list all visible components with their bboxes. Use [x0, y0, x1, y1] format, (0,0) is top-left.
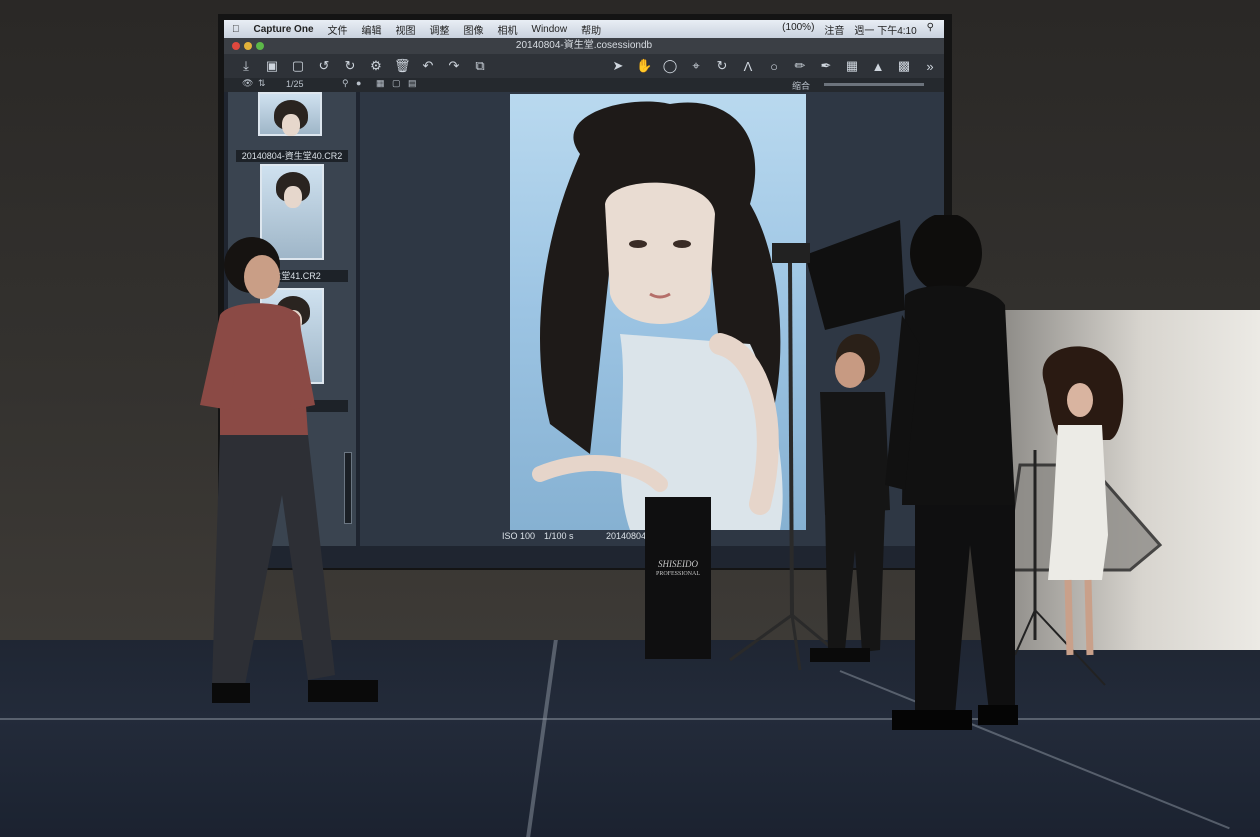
app-menu[interactable]: Capture One: [254, 24, 314, 35]
zoom-button[interactable]: [256, 42, 264, 50]
pan-tool-icon[interactable]: ✋: [636, 58, 652, 74]
focus-mask-icon[interactable]: ▩: [896, 58, 912, 74]
battery-indicator[interactable]: (100%): [782, 22, 814, 37]
shiseido-podium: SHISEIDO PROFESSIONAL: [645, 497, 711, 659]
thumbnail-caption: 20140804-資生堂40.CR2: [236, 150, 348, 162]
menu-camera[interactable]: 相机: [498, 22, 518, 37]
process-icon[interactable]: ⚙: [368, 58, 384, 74]
capture-toolbar: ⤓ ▣ ▢ ↺ ↻ ⚙ 🗑 ↶ ↷ ⧉ ➤ ✋ ◯ ⌖ ↻ Λ ○ ✏ ✒ ▦ …: [224, 54, 944, 78]
close-button[interactable]: [232, 42, 240, 50]
grid-icon[interactable]: ▦: [844, 58, 860, 74]
filmstrip-view-icon[interactable]: ▢: [392, 78, 401, 89]
rotate-left-icon[interactable]: ↺: [316, 58, 332, 74]
window-titlebar: 20140804-資生堂.cosessiondb: [224, 38, 944, 54]
spot-tool-icon[interactable]: ○: [766, 59, 782, 74]
crop-tool-icon[interactable]: ⌖: [688, 58, 704, 74]
eye-icon[interactable]: 👁: [242, 78, 253, 89]
podium-logo: SHISEIDO: [658, 559, 698, 569]
picker-tool-icon[interactable]: ✒: [818, 58, 834, 74]
presenter-figure: [200, 237, 378, 703]
spotlight-search-icon[interactable]: ⚲: [927, 22, 934, 37]
thumbnail-face: [284, 186, 302, 208]
live-view-icon[interactable]: ▢: [290, 58, 306, 74]
user-icon[interactable]: ●: [356, 78, 361, 88]
thumbnail-size-label: 缩合: [792, 81, 811, 91]
trash-icon[interactable]: 🗑: [394, 58, 411, 74]
menubar-status-area: (100%) 注音 週一 下午4:10 ⚲: [782, 22, 944, 37]
floor-tape-line: [0, 718, 1260, 720]
menu-file[interactable]: 文件: [328, 22, 348, 37]
menu-help[interactable]: 帮助: [581, 22, 601, 37]
keystone-tool-icon[interactable]: Λ: [740, 59, 756, 74]
podium-logo-sub: PROFESSIONAL: [655, 571, 700, 577]
menu-adjust[interactable]: 调整: [430, 22, 450, 37]
brush-tool-icon[interactable]: ✏: [792, 58, 808, 74]
stack-icon[interactable]: ⧉: [472, 58, 488, 74]
search-icon[interactable]: ⚲: [342, 78, 349, 89]
model-figure: [1042, 346, 1124, 656]
iso-readout: ISO 100: [502, 531, 536, 541]
mac-menubar:  Capture One 文件 编辑 视图 调整 图像 相机 Window 帮…: [224, 20, 944, 38]
filename-readout: 20140804: [606, 531, 647, 541]
menu-window[interactable]: Window: [532, 24, 568, 35]
input-method-indicator[interactable]: 注音: [824, 22, 844, 37]
list-view-icon[interactable]: ▤: [408, 78, 417, 89]
image-counter: 1/25: [286, 79, 304, 89]
sort-icon[interactable]: ⇅: [258, 78, 266, 89]
grid-view-icon[interactable]: ▦: [376, 78, 385, 89]
browser-subbar: 👁 ⇅ 1/25 ⚲ ● ▦ ▢ ▤ 缩合: [224, 78, 944, 92]
expand-icon[interactable]: »: [922, 59, 938, 74]
shutter-readout: 1/100 s: [544, 531, 574, 541]
import-icon[interactable]: ⤓: [238, 58, 254, 74]
apple-icon[interactable]: : [232, 24, 240, 35]
window-controls: [232, 42, 264, 50]
menubar-clock[interactable]: 週一 下午4:10: [854, 22, 916, 37]
window-title: 20140804-資生堂.cosessiondb: [515, 40, 653, 51]
thumbnail-face: [282, 114, 300, 136]
redo-icon[interactable]: ↷: [446, 58, 462, 74]
menu-view[interactable]: 视图: [396, 22, 416, 37]
menu-edit[interactable]: 编辑: [362, 22, 382, 37]
loupe-tool-icon[interactable]: ◯: [662, 58, 678, 74]
cursor-tool-icon[interactable]: ➤: [610, 58, 626, 74]
photographer-figure: [885, 215, 1018, 730]
floor-tape-line: [526, 640, 558, 837]
undo-icon[interactable]: ↶: [420, 58, 436, 74]
rotate-tool-icon[interactable]: ↻: [714, 58, 730, 74]
rotate-right-icon[interactable]: ↻: [342, 58, 358, 74]
menu-image[interactable]: 图像: [464, 22, 484, 37]
thumbnail-size-slider[interactable]: [824, 83, 924, 86]
warning-icon[interactable]: ▲: [870, 59, 886, 74]
thumbnail[interactable]: [258, 92, 322, 136]
capture-icon[interactable]: ▣: [264, 58, 280, 74]
minimize-button[interactable]: [244, 42, 252, 50]
